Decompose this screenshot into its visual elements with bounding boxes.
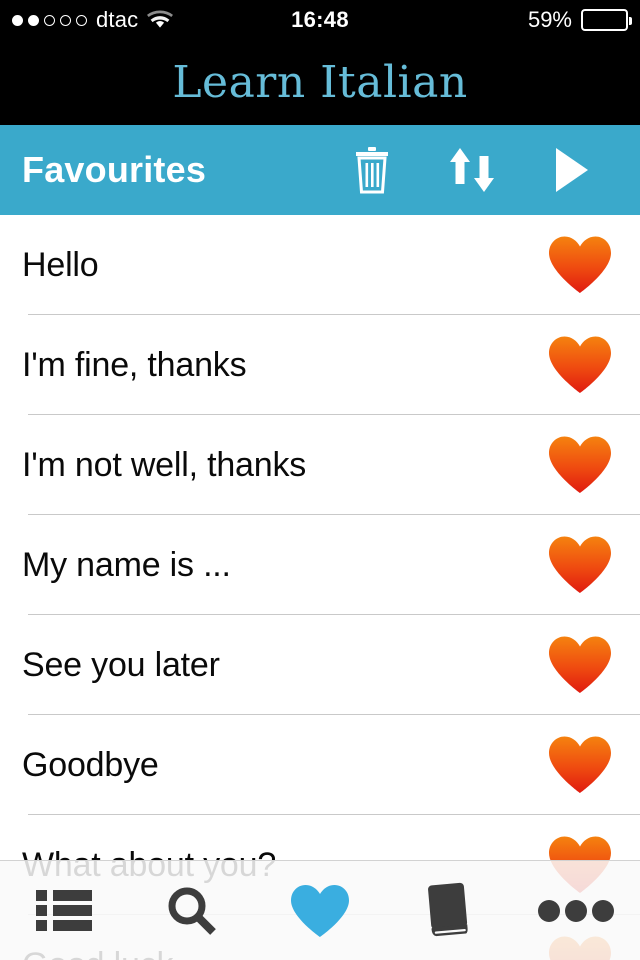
wifi-icon xyxy=(147,10,174,28)
tab-more[interactable] xyxy=(512,861,640,960)
signal-dot-1 xyxy=(12,14,23,26)
list-item-label: See you later xyxy=(22,645,220,684)
section-title: Favourites xyxy=(22,149,207,190)
battery-percent-label: 59% xyxy=(527,7,572,32)
heart-icon xyxy=(549,336,611,393)
carrier-label: dtac xyxy=(96,7,139,32)
status-bar-right: 59% xyxy=(527,7,632,33)
list-icon xyxy=(36,889,92,931)
list-item[interactable]: Hello xyxy=(0,215,640,315)
list-item[interactable]: My name is ... xyxy=(0,515,640,615)
tab-bar xyxy=(0,860,640,960)
signal-dot-4 xyxy=(60,14,71,26)
heart-icon xyxy=(549,636,611,693)
sort-arrows-icon xyxy=(450,148,494,192)
phone-screen: dtac 16:48 59% Learn Italian Favourites xyxy=(0,0,640,960)
section-toolbar: Favourites xyxy=(0,125,640,215)
list-item-label: I'm fine, thanks xyxy=(22,345,247,384)
favourite-toggle[interactable] xyxy=(520,535,640,595)
heart-icon xyxy=(549,536,611,593)
toolbar-actions xyxy=(322,125,622,215)
list-item[interactable]: I'm not well, thanks xyxy=(0,415,640,515)
signal-strength-dots xyxy=(12,14,87,26)
heart-icon xyxy=(549,736,611,793)
heart-icon xyxy=(549,436,611,493)
signal-dot-5 xyxy=(76,14,87,26)
tab-favourites[interactable] xyxy=(256,861,384,960)
book-icon xyxy=(428,882,468,936)
sort-button[interactable] xyxy=(422,125,522,215)
favourite-toggle[interactable] xyxy=(520,635,640,695)
app-title: Learn Italian xyxy=(172,57,468,108)
favourite-toggle[interactable] xyxy=(520,235,640,295)
trash-icon xyxy=(356,147,388,194)
list-item-label: Hello xyxy=(22,245,99,284)
list-item[interactable]: Goodbye xyxy=(0,715,640,815)
play-button[interactable] xyxy=(522,125,622,215)
more-dots-icon xyxy=(538,899,614,922)
signal-dot-2 xyxy=(28,14,39,26)
app-title-bar: Learn Italian xyxy=(0,40,640,125)
list-item[interactable]: See you later xyxy=(0,615,640,715)
delete-button[interactable] xyxy=(322,125,422,215)
favourite-toggle[interactable] xyxy=(520,435,640,495)
list-item-label: Goodbye xyxy=(22,745,159,784)
status-bar-left: dtac xyxy=(12,7,174,33)
tab-lessons[interactable] xyxy=(384,861,512,960)
phrase-list[interactable]: Hello I'm fine, thanks I'm not well, thank… xyxy=(0,215,640,960)
list-item-label: I'm not well, thanks xyxy=(22,445,307,484)
heart-icon xyxy=(549,236,611,293)
heart-icon xyxy=(291,884,349,937)
list-item-label: My name is ... xyxy=(22,545,231,584)
search-icon xyxy=(168,887,216,935)
favourite-toggle[interactable] xyxy=(520,735,640,795)
signal-dot-3 xyxy=(44,14,55,26)
tab-search[interactable] xyxy=(128,861,256,960)
list-item[interactable]: I'm fine, thanks xyxy=(0,315,640,415)
play-icon xyxy=(556,148,588,192)
tab-list[interactable] xyxy=(0,861,128,960)
status-bar: dtac 16:48 59% xyxy=(0,0,640,40)
battery-icon xyxy=(581,9,632,31)
favourite-toggle[interactable] xyxy=(520,335,640,395)
